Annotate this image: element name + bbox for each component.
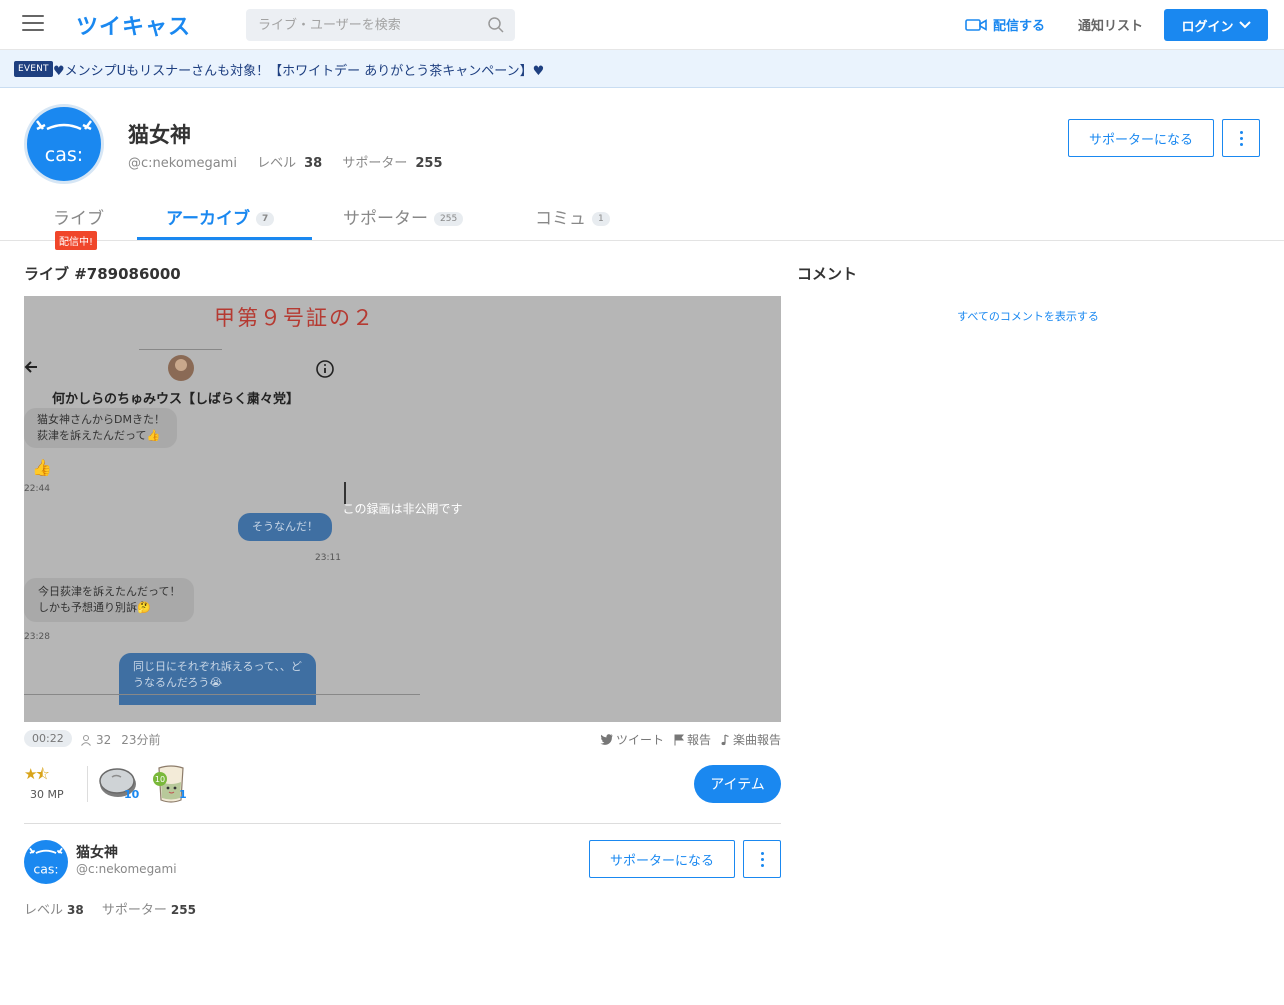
chat-message: 猫女神さんからDMきた！ 荻津を訴えたんだって👍 xyxy=(24,408,177,448)
level-label: レベル xyxy=(257,156,297,171)
login-label: ログイン xyxy=(1181,19,1234,35)
active-tab-indicator xyxy=(137,237,312,240)
divider xyxy=(24,823,781,824)
video-doc-title: 甲第９号証の２ xyxy=(214,306,375,330)
avatar xyxy=(168,355,194,381)
divider xyxy=(87,766,88,802)
music-report-link[interactable]: 楽曲報告 xyxy=(721,731,781,748)
tab-archive-count: 7 xyxy=(255,212,275,226)
chevron-down-icon xyxy=(1238,21,1251,29)
divider xyxy=(24,694,420,695)
live-now-badge[interactable]: 配信中! xyxy=(55,231,98,250)
gift-level-badge: 10 xyxy=(153,772,167,786)
profile-handle: @c:nekomegami xyxy=(128,156,237,171)
tweet-link[interactable]: ツイート xyxy=(600,731,664,748)
chat-message: そうなんだ！ xyxy=(238,513,332,541)
person-icon xyxy=(81,734,91,746)
profile-name: 猫女神 xyxy=(128,123,191,147)
chat-message: 同じ日にそれぞれ訴えるって、、ど うなるんだろう😭 xyxy=(119,653,316,705)
broadcast-link[interactable]: 配信する xyxy=(965,15,1045,34)
svg-text:cas:: cas: xyxy=(33,861,58,876)
info-icon xyxy=(316,360,334,378)
flag-icon xyxy=(674,734,684,745)
become-supporter-button[interactable]: サポーターになる xyxy=(589,840,735,878)
tab-community-count: 1 xyxy=(592,212,610,226)
login-button[interactable]: ログイン xyxy=(1164,9,1268,41)
back-arrow-icon xyxy=(24,361,37,373)
video-player[interactable]: 甲第９号証の２ 何かしらのちゅみウス【しばらく粛々党】 猫女神さんからDMきた！… xyxy=(24,296,781,722)
time-ago: 23分前 xyxy=(121,733,161,747)
cas-logo-icon: cas: xyxy=(29,847,63,876)
event-text[interactable]: ♥︎メンシプUもリスナーさんも︎対象！【ホワイトデー ありがとう茶キャンペーン】… xyxy=(53,60,544,79)
menu-icon[interactable] xyxy=(22,15,44,33)
tab-archive[interactable]: アーカイブ 7 xyxy=(166,204,275,229)
event-tag: EVENT xyxy=(14,61,53,77)
chat-timestamp: 22:44 xyxy=(24,484,50,494)
svg-text:cas:: cas: xyxy=(45,144,83,166)
chat-message: 今日荻津を訴えたんだって！ しかも予想通り別訴🤔 xyxy=(24,578,195,622)
kebab-icon xyxy=(760,850,764,868)
cas-logo-icon: cas: xyxy=(36,120,92,166)
owner-name[interactable]: 猫女神 xyxy=(76,842,118,862)
divider xyxy=(139,349,222,350)
show-all-comments-link[interactable]: すべてのコメントを表示する xyxy=(797,308,1259,324)
video-meta: 00:22 32 23分前 ツイート 報告 楽曲報告 xyxy=(24,730,781,748)
search-icon[interactable] xyxy=(487,16,505,34)
viewers: 32 23分前 xyxy=(80,731,161,748)
music-note-icon xyxy=(721,733,729,745)
search-box[interactable] xyxy=(246,9,515,41)
gift-count: 10 xyxy=(124,788,140,801)
duration-badge: 00:22 xyxy=(24,730,72,747)
notification-list-link[interactable]: 通知リスト xyxy=(1078,15,1143,34)
tab-live[interactable]: ライブ xyxy=(53,204,104,229)
viewer-count: 32 xyxy=(96,732,112,747)
chat-title: 何かしらのちゅみウス【しばらく粛々党】 xyxy=(52,392,300,407)
level-value: 38 xyxy=(67,903,84,917)
private-recording-notice: この録画は非公開です xyxy=(342,502,463,516)
kebab-icon xyxy=(1239,129,1243,147)
site-logo[interactable]: ツイキャス xyxy=(76,9,191,41)
supporters-label: サポーター xyxy=(342,156,408,171)
owner-meta: レベル 38 サポーター 255 xyxy=(24,899,210,918)
supporters-label: サポーター xyxy=(101,903,167,918)
gift-coin[interactable]: 10 xyxy=(97,764,139,804)
avatar[interactable]: cas: xyxy=(24,104,104,184)
report-link[interactable]: 報告 xyxy=(674,731,711,748)
become-supporter-button[interactable]: サポーターになる xyxy=(1068,119,1214,157)
item-button[interactable]: アイテム xyxy=(694,765,781,803)
supporters-value: 255 xyxy=(170,903,196,917)
top-header: ツイキャス 配信する 通知リスト ログイン xyxy=(0,0,1284,50)
tab-supporters[interactable]: サポーター 255 xyxy=(343,204,464,229)
live-title: ライブ #789086000 xyxy=(24,265,181,283)
supporters-value[interactable]: 255 xyxy=(415,156,442,171)
chat-timestamp: 23:28 xyxy=(24,632,50,642)
broadcast-label: 配信する xyxy=(993,19,1046,34)
rating-mp: 30 MP xyxy=(30,788,64,801)
level-label: レベル xyxy=(24,903,64,918)
tab-community[interactable]: コミュ 1 xyxy=(535,204,610,229)
owner-handle: @c:nekomegami xyxy=(76,862,177,876)
twitter-icon xyxy=(600,734,613,745)
gift-tea[interactable]: 10 1 xyxy=(151,764,193,804)
search-input[interactable] xyxy=(246,9,476,41)
chat-message: 👍 xyxy=(32,458,52,477)
event-banner[interactable]: EVENT ♥︎メンシプUもリスナーさんも︎対象！【ホワイトデー ありがとう茶キ… xyxy=(0,50,1284,88)
more-options-button[interactable] xyxy=(1222,119,1260,157)
chat-timestamp: 23:11 xyxy=(315,553,341,563)
comment-heading: コメント xyxy=(797,265,858,283)
gift-count: 1 xyxy=(179,788,187,801)
avatar[interactable]: cas: xyxy=(24,840,68,884)
profile-meta: @c:nekomegami レベル 38 サポーター 255 xyxy=(128,152,459,171)
video-camera-icon xyxy=(965,18,987,31)
more-options-button[interactable] xyxy=(743,840,781,878)
video-actions: ツイート 報告 楽曲報告 xyxy=(600,731,781,748)
tab-supporters-count: 255 xyxy=(434,212,464,226)
profile-tabs: ライブ アーカイブ 7 サポーター 255 コミュ 1 xyxy=(0,192,1284,241)
rating-stars-icon: ★⯪ xyxy=(24,765,50,783)
level-value: 38 xyxy=(304,156,323,171)
